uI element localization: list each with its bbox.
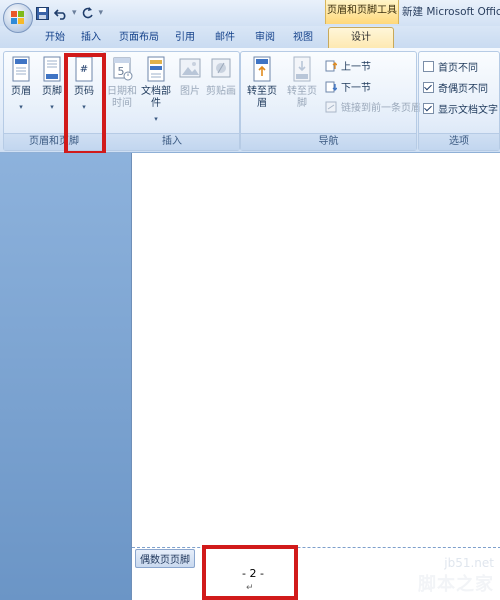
footer-icon bbox=[43, 56, 61, 82]
even-page-footer-tag: 偶数页页脚 bbox=[135, 549, 195, 568]
goto-header-label: 转至页眉 bbox=[247, 86, 277, 109]
site-watermark: jb51.net 脚本之家 bbox=[418, 556, 494, 596]
next-section-icon bbox=[325, 81, 337, 92]
footer-dropdown-icon: ▾ bbox=[50, 103, 54, 111]
link-to-previous-label: 链接到前一条页眉 bbox=[341, 103, 421, 114]
goto-footer-button[interactable]: 转至页脚 bbox=[283, 56, 321, 110]
show-document-text-checkbox[interactable]: 显示文档文字 bbox=[423, 101, 498, 116]
goto-header-icon bbox=[253, 56, 271, 82]
tab-mailings[interactable]: 邮件 bbox=[210, 28, 240, 48]
document-page[interactable]: 偶数页页脚 - 2 - ↵ bbox=[131, 153, 500, 600]
svg-text:5: 5 bbox=[118, 65, 125, 78]
undo-icon[interactable] bbox=[53, 5, 69, 21]
header-button[interactable]: 页眉 ▾ bbox=[6, 56, 36, 111]
group-insert: 5 日期和 时间 文档部件 ▾ 图片 剪贴画 插入 bbox=[104, 51, 240, 151]
next-section-button[interactable]: 下一节 bbox=[325, 79, 371, 94]
footer-button[interactable]: 页脚 ▾ bbox=[37, 56, 67, 111]
title-bar: ▾ ▾ 页眉和页脚工具 新建 Microsoft Office W bbox=[0, 0, 500, 33]
document-title: 新建 Microsoft Office W bbox=[402, 6, 500, 18]
quick-access-toolbar: ▾ ▾ bbox=[34, 4, 103, 22]
quick-parts-button[interactable]: 文档部件 ▾ bbox=[138, 56, 174, 123]
checkbox-icon bbox=[423, 61, 434, 72]
tab-insert[interactable]: 插入 bbox=[76, 28, 106, 48]
clip-art-icon bbox=[210, 56, 232, 82]
watermark-url: jb51.net bbox=[444, 556, 494, 570]
goto-header-button[interactable]: 转至页眉 bbox=[243, 56, 281, 110]
document-workspace: 偶数页页脚 - 2 - ↵ bbox=[0, 153, 500, 600]
quick-parts-icon bbox=[147, 56, 165, 82]
different-first-page-checkbox[interactable]: 首页不同 bbox=[423, 59, 478, 74]
header-dropdown-icon: ▾ bbox=[19, 103, 23, 111]
different-first-page-label: 首页不同 bbox=[438, 63, 478, 74]
group-label-navigation: 导航 bbox=[241, 133, 416, 150]
quick-parts-dropdown-icon: ▾ bbox=[154, 115, 158, 123]
link-to-previous-button[interactable]: 链接到前一条页眉 bbox=[325, 99, 421, 114]
redo-icon[interactable] bbox=[80, 5, 96, 21]
save-icon[interactable] bbox=[34, 5, 50, 21]
clip-art-label: 剪贴画 bbox=[206, 86, 236, 97]
picture-button[interactable]: 图片 bbox=[176, 56, 204, 98]
tab-home[interactable]: 开始 bbox=[40, 28, 70, 48]
office-logo-icon bbox=[11, 11, 25, 25]
date-time-button[interactable]: 5 日期和 时间 bbox=[107, 56, 137, 110]
goto-footer-icon bbox=[293, 56, 311, 82]
tab-references[interactable]: 引用 bbox=[170, 28, 200, 48]
tab-page-layout[interactable]: 页面布局 bbox=[114, 28, 164, 48]
checkbox-checked-icon bbox=[423, 103, 434, 114]
prev-section-button[interactable]: 上一节 bbox=[325, 58, 371, 73]
group-navigation: 转至页眉 转至页脚 上一节 下一节 链接到前一条页眉 导航 bbox=[240, 51, 421, 151]
checkbox-checked-icon bbox=[423, 82, 434, 93]
picture-label: 图片 bbox=[180, 86, 200, 97]
group-label-insert: 插入 bbox=[105, 133, 239, 150]
header-icon bbox=[12, 56, 30, 82]
prev-section-label: 上一节 bbox=[341, 62, 371, 73]
prev-section-icon bbox=[325, 60, 337, 71]
ribbon-tabs: 开始 插入 页面布局 引用 邮件 审阅 视图 设计 bbox=[0, 26, 500, 49]
different-odd-even-label: 奇偶页不同 bbox=[438, 84, 488, 95]
tab-review[interactable]: 审阅 bbox=[250, 28, 280, 48]
date-time-label: 日期和 时间 bbox=[107, 86, 137, 109]
page-number-highlight bbox=[64, 53, 106, 155]
link-icon bbox=[325, 101, 337, 112]
group-label-options: 选项 bbox=[419, 133, 499, 150]
next-section-label: 下一节 bbox=[341, 83, 371, 94]
show-document-text-label: 显示文档文字 bbox=[438, 105, 498, 116]
watermark-text: 脚本之家 bbox=[418, 574, 494, 595]
contextual-tools-label: 页眉和页脚工具 bbox=[325, 0, 399, 24]
header-label: 页眉 bbox=[11, 86, 31, 97]
quick-parts-label: 文档部件 bbox=[141, 86, 171, 109]
group-options: 首页不同 奇偶页不同 显示文档文字 选项 bbox=[418, 51, 500, 151]
picture-icon bbox=[179, 56, 201, 82]
calendar-icon: 5 bbox=[113, 56, 133, 82]
different-odd-even-checkbox[interactable]: 奇偶页不同 bbox=[423, 80, 488, 95]
footer-page-number-highlight bbox=[202, 545, 298, 600]
tab-design[interactable]: 设计 bbox=[328, 27, 394, 49]
customize-qat-icon[interactable]: ▾ bbox=[99, 8, 104, 18]
office-button[interactable] bbox=[3, 3, 33, 33]
undo-dropdown-icon[interactable]: ▾ bbox=[72, 8, 77, 18]
goto-footer-label: 转至页脚 bbox=[287, 86, 317, 109]
footer-boundary-line bbox=[132, 547, 500, 548]
footer-label: 页脚 bbox=[42, 86, 62, 97]
tab-view[interactable]: 视图 bbox=[288, 28, 318, 48]
clip-art-button[interactable]: 剪贴画 bbox=[205, 56, 237, 98]
